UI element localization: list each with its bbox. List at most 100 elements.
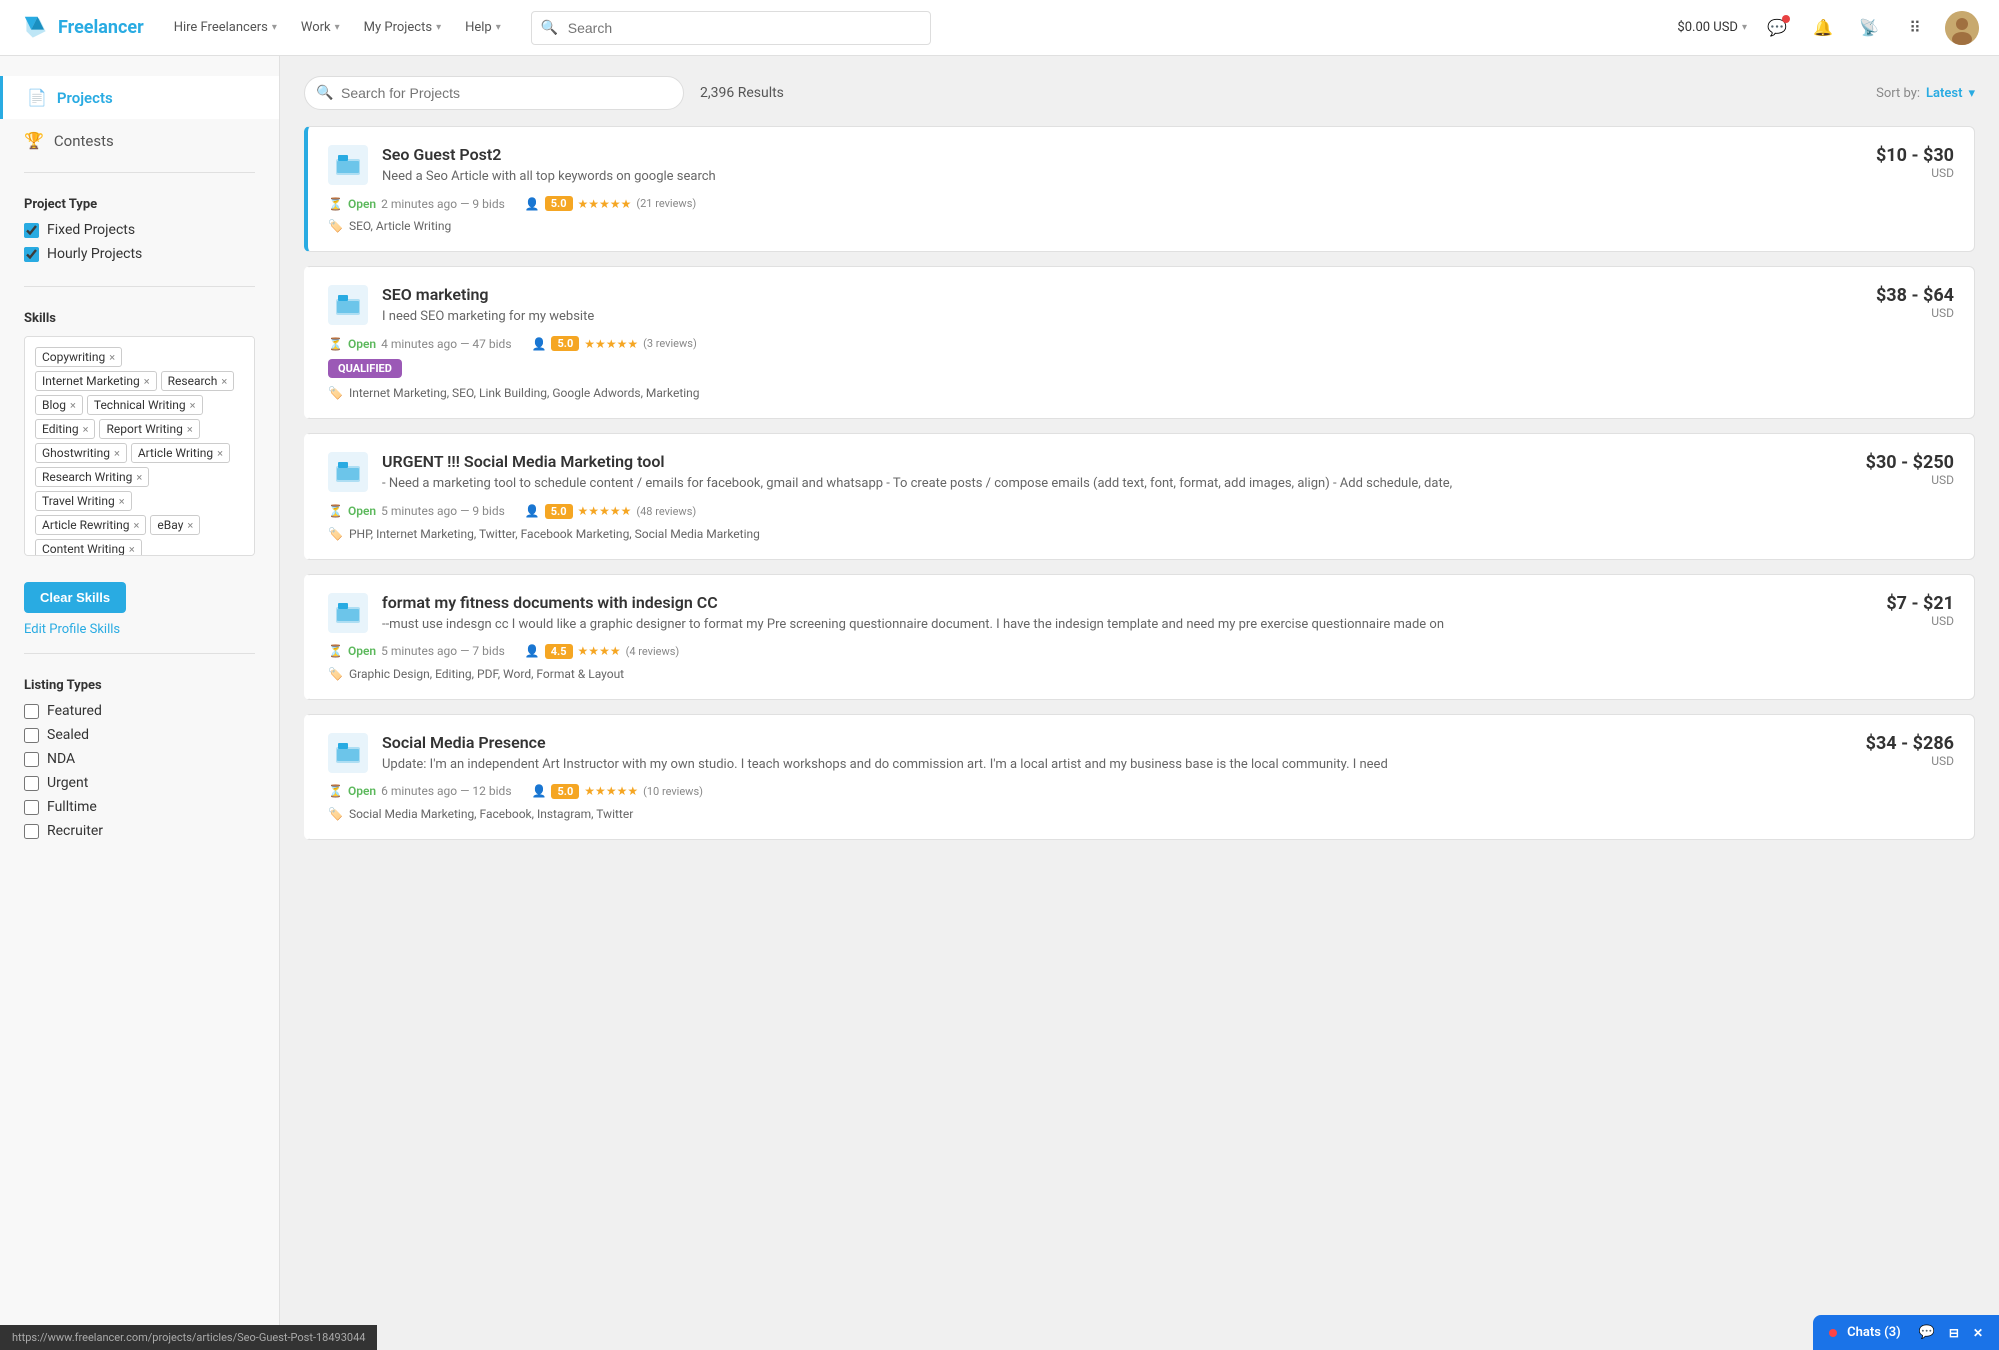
nav-hire-freelancers[interactable]: Hire Freelancers ▾ bbox=[164, 14, 287, 41]
sidebar-item-contests[interactable]: 🏆 Contests bbox=[0, 119, 279, 162]
project-card[interactable]: Seo Guest Post2 Need a Seo Article with … bbox=[304, 126, 1975, 252]
rating-badge: 4.5 bbox=[545, 644, 573, 659]
clock-icon: ⏳ bbox=[328, 784, 343, 798]
clear-skills-button[interactable]: Clear Skills bbox=[24, 582, 126, 613]
chat-icon: 💬 bbox=[1919, 1325, 1935, 1340]
remove-skill-button[interactable]: × bbox=[134, 519, 140, 532]
project-title[interactable]: Social Media Presence bbox=[382, 733, 1810, 752]
user-icon: 👤 bbox=[525, 644, 540, 658]
avatar[interactable] bbox=[1945, 11, 1979, 45]
chevron-down-icon: ▾ bbox=[436, 22, 441, 33]
projects-search-input[interactable] bbox=[304, 76, 684, 110]
project-tags: 🏷️ SEO, Article Writing bbox=[328, 219, 1954, 233]
rating-badge: 5.0 bbox=[545, 196, 573, 211]
logo[interactable]: Freelancer bbox=[20, 12, 144, 44]
nav-help[interactable]: Help ▾ bbox=[455, 14, 511, 41]
sort-value: Latest bbox=[1926, 86, 1962, 101]
remove-skill-button[interactable]: × bbox=[217, 447, 223, 460]
project-tag-list: Graphic Design, Editing, PDF, Word, Form… bbox=[349, 667, 624, 681]
reviews-text: (48 reviews) bbox=[636, 505, 696, 518]
remove-skill-button[interactable]: × bbox=[83, 423, 89, 436]
chevron-down-icon: ▾ bbox=[496, 22, 501, 33]
reviews-text: (3 reviews) bbox=[643, 337, 697, 350]
project-meta: ⏳ Open 6 minutes ago — 12 bids 👤 5.0 ★★★… bbox=[328, 784, 1954, 799]
project-meta: ⏳ Open 2 minutes ago — 9 bids 👤 5.0 ★★★★… bbox=[328, 196, 1954, 211]
nav-my-projects[interactable]: My Projects ▾ bbox=[354, 14, 451, 41]
skill-tag: Report Writing × bbox=[99, 419, 199, 439]
project-card[interactable]: Social Media Presence Update: I'm an ind… bbox=[304, 714, 1975, 840]
rating-badge: 5.0 bbox=[551, 336, 579, 351]
notifications-button[interactable]: 🔔 bbox=[1807, 12, 1839, 44]
project-icon bbox=[328, 593, 368, 633]
remove-skill-button[interactable]: × bbox=[187, 423, 193, 436]
listing-types-section: Listing Types Featured Sealed NDA Urgent… bbox=[0, 664, 279, 861]
fixed-projects-checkbox[interactable]: Fixed Projects bbox=[24, 222, 255, 238]
listing-type-item[interactable]: Urgent bbox=[24, 775, 255, 791]
grid-menu-button[interactable]: ⠿ bbox=[1899, 12, 1931, 44]
tag-icon: 🏷️ bbox=[328, 807, 343, 821]
project-tags: 🏷️ PHP, Internet Marketing, Twitter, Fac… bbox=[328, 527, 1954, 541]
project-meta: ⏳ Open 4 minutes ago — 47 bids 👤 5.0 ★★★… bbox=[328, 336, 1954, 351]
bottom-chat-button[interactable]: Chats (3) 💬 ⊟ ✕ bbox=[1813, 1315, 1999, 1350]
skill-tag: Article Rewriting × bbox=[35, 515, 146, 535]
listing-type-item[interactable]: Fulltime bbox=[24, 799, 255, 815]
sidebar-item-projects[interactable]: 📄 Projects bbox=[0, 76, 279, 119]
project-title[interactable]: URGENT !!! Social Media Marketing tool bbox=[382, 452, 1810, 471]
project-meta: ⏳ Open 5 minutes ago — 9 bids 👤 5.0 ★★★★… bbox=[328, 504, 1954, 519]
project-title[interactable]: Seo Guest Post2 bbox=[382, 145, 1810, 164]
skills-title: Skills bbox=[24, 311, 255, 326]
remove-skill-button[interactable]: × bbox=[129, 543, 135, 556]
tag-icon: 🏷️ bbox=[328, 386, 343, 400]
minimize-icon[interactable]: ⊟ bbox=[1949, 1326, 1959, 1340]
remove-skill-button[interactable]: × bbox=[70, 399, 76, 412]
remove-skill-button[interactable]: × bbox=[190, 399, 196, 412]
stars: ★★★★ bbox=[578, 644, 621, 658]
project-icon bbox=[328, 452, 368, 492]
listing-type-item[interactable]: NDA bbox=[24, 751, 255, 767]
rating-badge: 5.0 bbox=[545, 504, 573, 519]
messages-button[interactable]: 💬 bbox=[1761, 12, 1793, 44]
skill-tag: Copywriting × bbox=[35, 347, 122, 367]
project-card[interactable]: format my fitness documents with indesig… bbox=[304, 574, 1975, 700]
project-price: $10 - $30 USD bbox=[1824, 145, 1954, 180]
remove-skill-button[interactable]: × bbox=[221, 375, 227, 388]
tag-icon: 🏷️ bbox=[328, 219, 343, 233]
hourly-projects-checkbox[interactable]: Hourly Projects bbox=[24, 246, 255, 262]
edit-profile-skills-link[interactable]: Edit Profile Skills bbox=[24, 622, 120, 637]
remove-skill-button[interactable]: × bbox=[187, 519, 193, 532]
project-card[interactable]: SEO marketing I need SEO marketing for m… bbox=[304, 266, 1975, 419]
listing-type-item[interactable]: Sealed bbox=[24, 727, 255, 743]
logo-text: Freelancer bbox=[58, 17, 144, 38]
close-icon[interactable]: ✕ bbox=[1973, 1326, 1983, 1340]
page-wrapper: 📄 Projects 🏆 Contests Project Type Fixed… bbox=[0, 56, 1999, 1350]
remove-skill-button[interactable]: × bbox=[109, 351, 115, 364]
project-time: 6 minutes ago — 12 bids bbox=[381, 784, 511, 798]
user-icon: 👤 bbox=[525, 504, 540, 518]
sort-control[interactable]: Sort by: Latest ▾ bbox=[1876, 86, 1975, 101]
navbar-search: 🔍 bbox=[531, 11, 931, 45]
user-icon: 👤 bbox=[532, 337, 547, 351]
remove-skill-button[interactable]: × bbox=[144, 375, 150, 388]
remove-skill-button[interactable]: × bbox=[136, 471, 142, 484]
user-icon: 👤 bbox=[525, 197, 540, 211]
balance-button[interactable]: $0.00 USD ▾ bbox=[1677, 20, 1747, 35]
nav-work[interactable]: Work ▾ bbox=[291, 14, 350, 41]
clock-icon: ⏳ bbox=[328, 644, 343, 658]
project-title[interactable]: format my fitness documents with indesig… bbox=[382, 593, 1810, 612]
project-title[interactable]: SEO marketing bbox=[382, 285, 1810, 304]
listing-type-item[interactable]: Recruiter bbox=[24, 823, 255, 839]
chevron-down-icon: ▾ bbox=[1742, 22, 1747, 33]
project-time: 5 minutes ago — 7 bids bbox=[381, 644, 505, 658]
listing-type-item[interactable]: Featured bbox=[24, 703, 255, 719]
skill-tag: Research × bbox=[161, 371, 235, 391]
projects-search: 🔍 bbox=[304, 76, 684, 110]
broadcast-button[interactable]: 📡 bbox=[1853, 12, 1885, 44]
project-card[interactable]: URGENT !!! Social Media Marketing tool -… bbox=[304, 433, 1975, 559]
skill-tag: Editing × bbox=[35, 419, 95, 439]
navbar-search-input[interactable] bbox=[531, 11, 931, 45]
remove-skill-button[interactable]: × bbox=[119, 495, 125, 508]
nav-links: Hire Freelancers ▾ Work ▾ My Projects ▾ … bbox=[164, 14, 511, 41]
project-status: Open bbox=[348, 644, 376, 658]
remove-skill-button[interactable]: × bbox=[114, 447, 120, 460]
project-tag-list: Social Media Marketing, Facebook, Instag… bbox=[349, 807, 633, 821]
